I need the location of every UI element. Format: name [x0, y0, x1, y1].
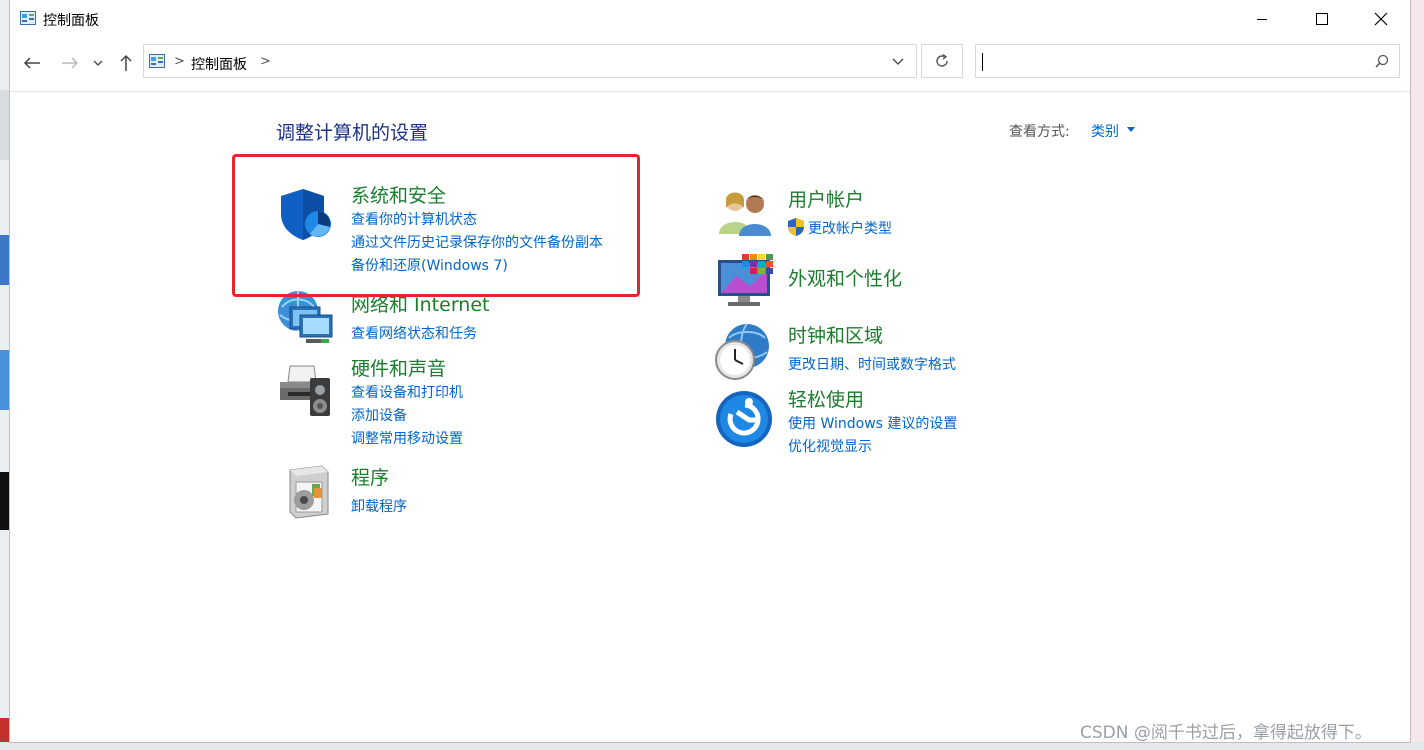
category-title-clock-region[interactable]: 时钟和区域 — [788, 321, 883, 348]
link-network-status[interactable]: 查看网络状态和任务 — [351, 323, 477, 343]
maximize-icon — [1316, 13, 1328, 25]
desktop-background-right — [1410, 0, 1424, 750]
link-mobility-settings[interactable]: 调整常用移动设置 — [351, 428, 463, 448]
taskbar-fragment — [0, 742, 1424, 750]
close-button[interactable] — [1352, 0, 1410, 38]
desktop-icon-fragment — [0, 350, 10, 410]
link-add-device[interactable]: 添加设备 — [351, 405, 407, 425]
link-uninstall-program[interactable]: 卸载程序 — [351, 496, 407, 516]
close-icon — [1374, 12, 1388, 26]
title-bar[interactable]: 控制面板 — [10, 0, 1410, 38]
control-panel-icon — [20, 11, 36, 25]
arrow-right-icon — [62, 57, 79, 69]
view-by-label: 查看方式: — [1009, 124, 1070, 140]
users-icon[interactable] — [717, 188, 773, 238]
minimize-button[interactable] — [1233, 0, 1291, 38]
search-input[interactable] — [986, 51, 1360, 73]
category-title-programs[interactable]: 程序 — [351, 463, 389, 490]
chevron-down-icon[interactable] — [1127, 127, 1135, 132]
forward-button[interactable] — [58, 50, 82, 76]
chevron-down-icon[interactable] — [888, 53, 908, 71]
ease-of-access-icon[interactable] — [715, 390, 773, 448]
breadcrumb-control-panel[interactable]: 控制面板 — [191, 54, 247, 74]
desktop-background — [0, 0, 10, 750]
recent-locations-button[interactable] — [90, 50, 106, 76]
control-panel-icon — [149, 54, 165, 68]
annotation-highlight-box — [232, 154, 640, 297]
refresh-icon — [936, 53, 948, 67]
control-panel-window: 控制面板 > 控制面板 > 调整计算机的设置 查看方式: 类别 系统和安全 查看… — [10, 0, 1410, 742]
address-row: > 控制面板 > — [10, 44, 1410, 80]
category-title-user-accounts[interactable]: 用户帐户 — [788, 185, 864, 212]
chevron-down-icon — [93, 60, 103, 66]
page-title: 调整计算机的设置 — [276, 122, 429, 144]
minimize-icon — [1257, 19, 1267, 20]
back-button[interactable] — [20, 50, 44, 76]
desktop-icon-fragment — [0, 235, 10, 285]
link-change-account-type[interactable]: 更改帐户类型 — [808, 218, 892, 238]
up-button[interactable] — [114, 50, 138, 76]
category-title-appearance[interactable]: 外观和个性化 — [788, 264, 902, 291]
text-caret — [982, 53, 983, 71]
link-date-time-format[interactable]: 更改日期、时间或数字格式 — [788, 354, 956, 374]
category-title-ease-of-access[interactable]: 轻松使用 — [788, 385, 864, 412]
arrow-up-icon — [120, 54, 132, 71]
refresh-button[interactable] — [921, 44, 963, 78]
search-box[interactable] — [975, 44, 1400, 78]
network-icon[interactable] — [276, 289, 338, 347]
clock-globe-icon[interactable] — [713, 322, 773, 382]
maximize-button[interactable] — [1293, 0, 1351, 38]
desktop-icon-fragment — [0, 472, 10, 530]
watermark-text: CSDN @阅千书过后，拿得起放得下。 — [1080, 723, 1372, 743]
uac-shield-icon — [788, 218, 804, 236]
breadcrumb-separator[interactable]: > — [174, 54, 185, 69]
link-recommended-settings[interactable]: 使用 Windows 建议的设置 — [788, 413, 957, 433]
link-devices-printers[interactable]: 查看设备和打印机 — [351, 382, 463, 402]
category-title-hardware-sound[interactable]: 硬件和声音 — [351, 354, 446, 381]
toolbar-divider — [10, 91, 1410, 92]
search-icon[interactable] — [1375, 54, 1389, 68]
view-by-dropdown[interactable]: 类别 — [1091, 121, 1119, 141]
appearance-icon[interactable] — [716, 252, 776, 310]
window-title: 控制面板 — [43, 13, 99, 29]
printer-icon[interactable] — [276, 362, 336, 418]
address-bar[interactable]: > 控制面板 > — [143, 44, 917, 78]
programs-icon[interactable] — [284, 464, 334, 520]
desktop-icon-fragment — [0, 90, 10, 160]
link-optimize-visual-display[interactable]: 优化视觉显示 — [788, 436, 872, 456]
arrow-left-icon — [23, 57, 40, 69]
breadcrumb-separator[interactable]: > — [260, 54, 271, 69]
